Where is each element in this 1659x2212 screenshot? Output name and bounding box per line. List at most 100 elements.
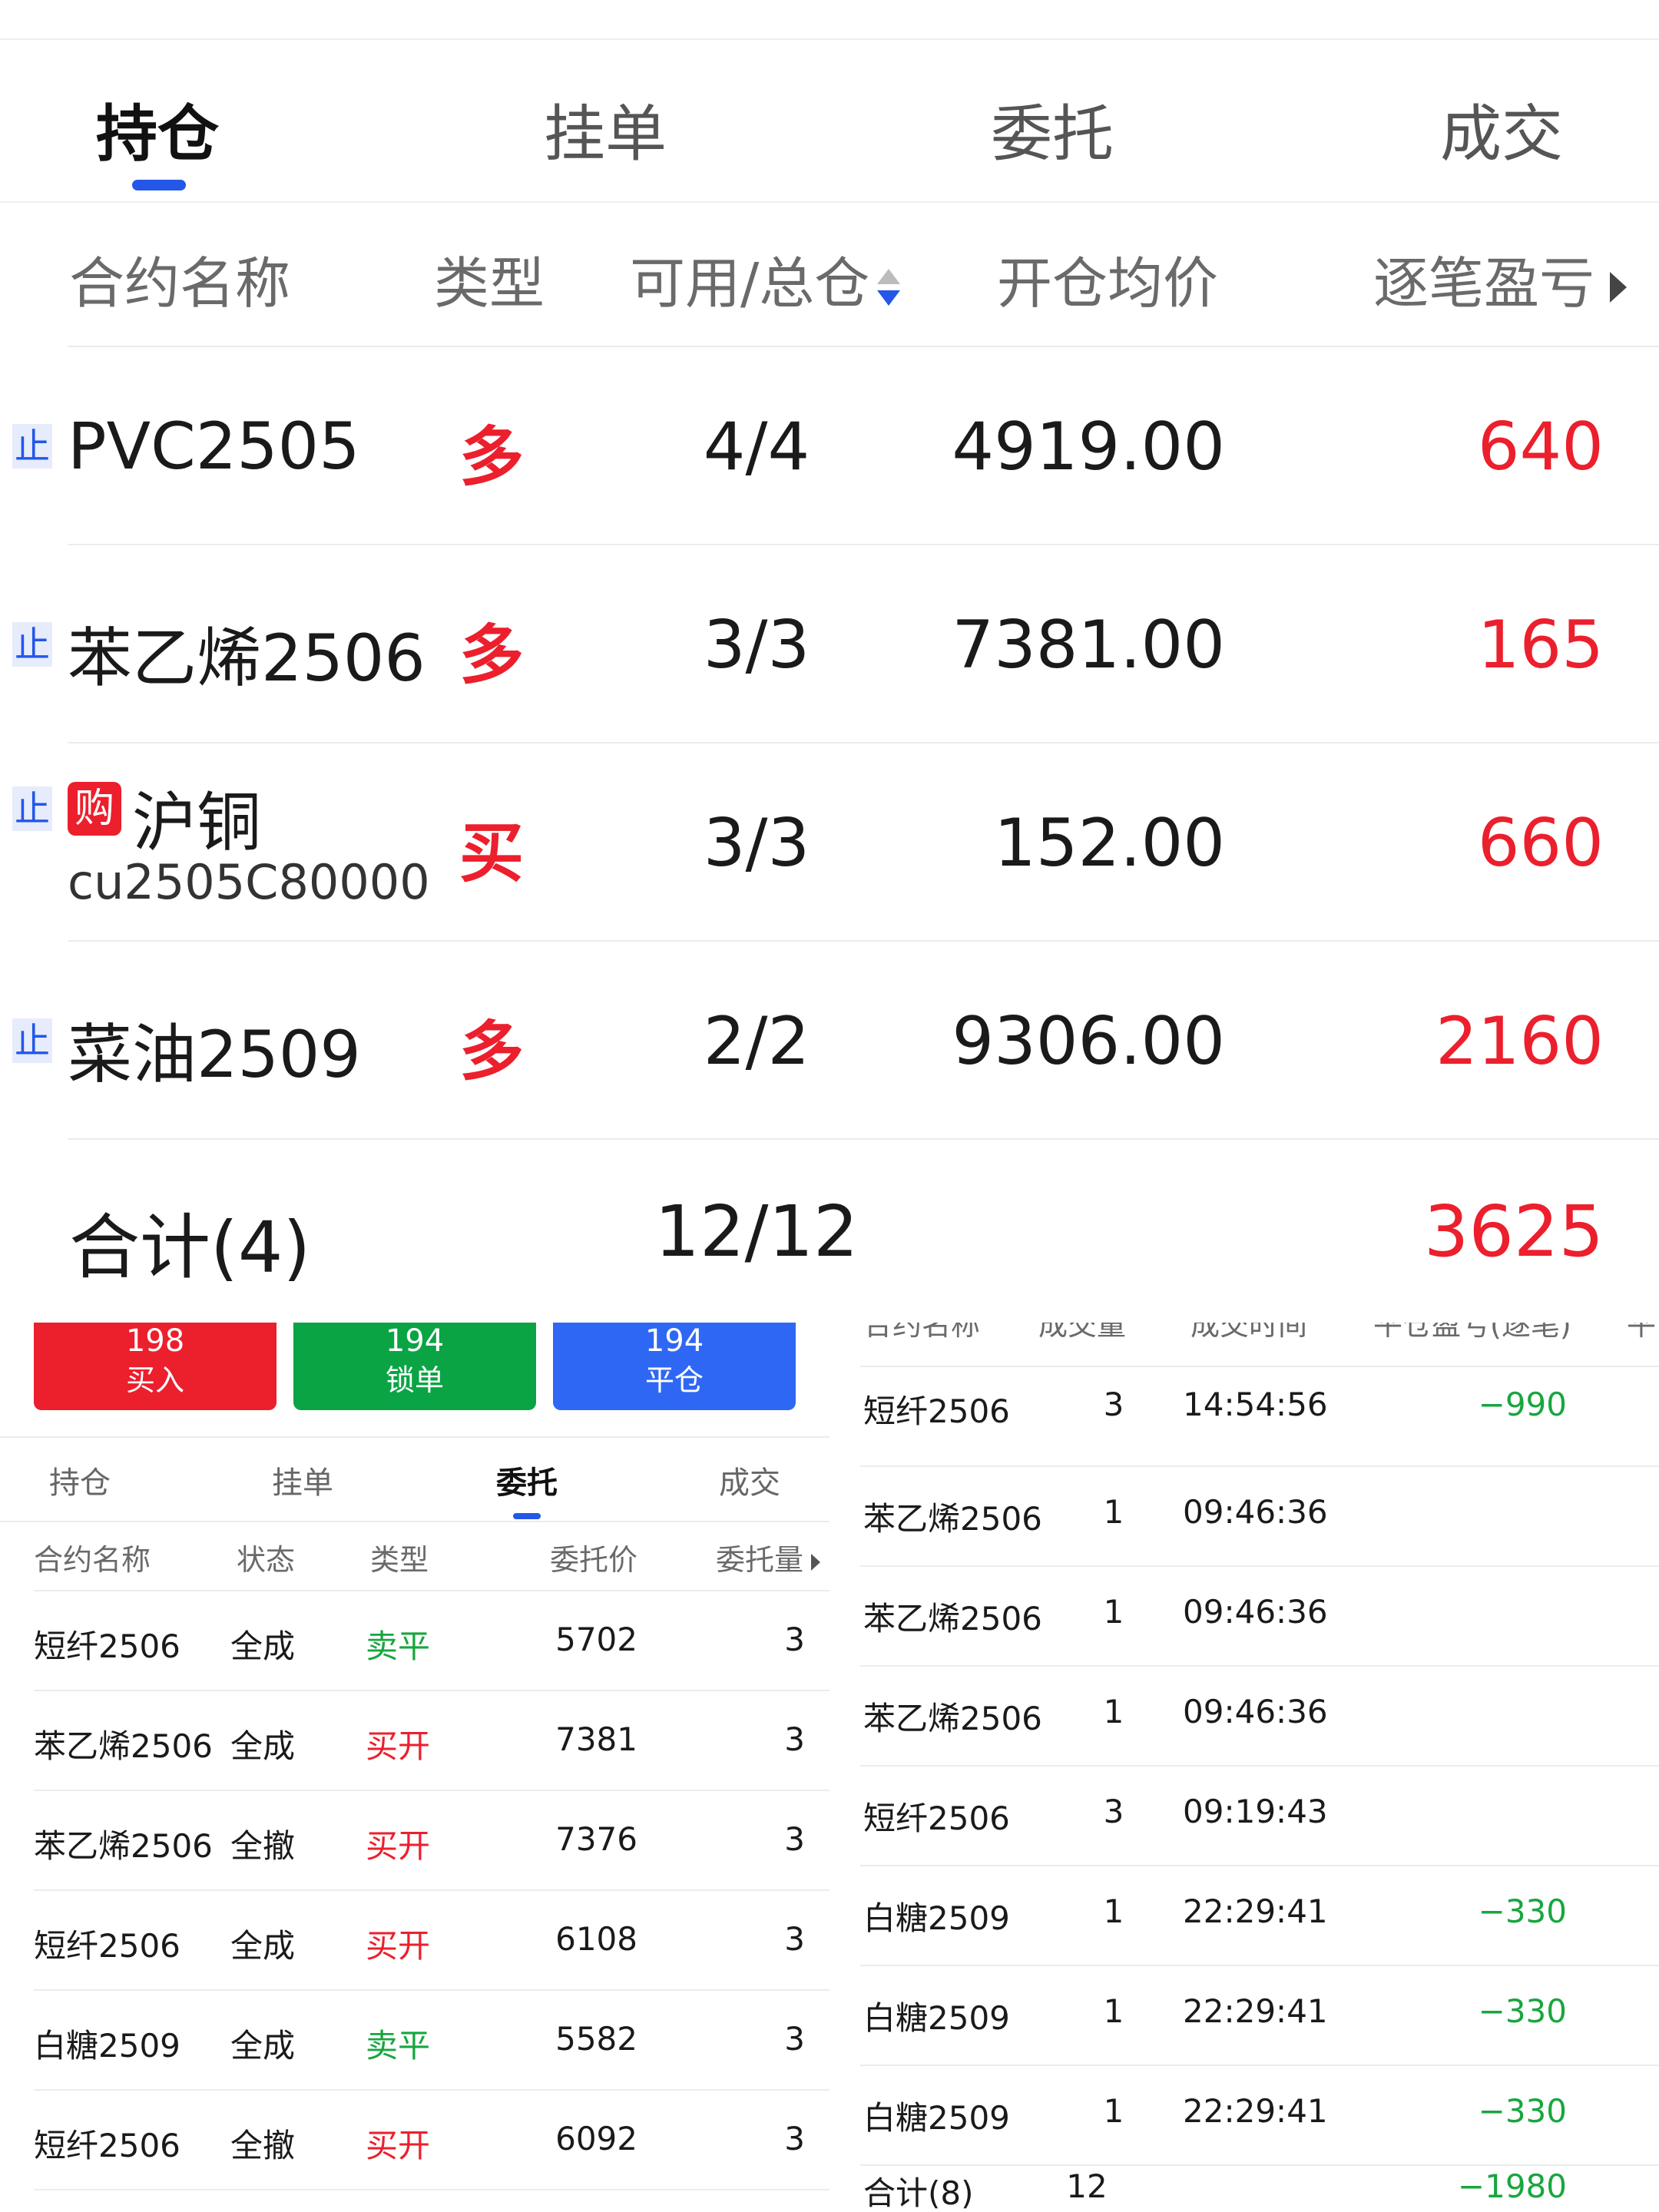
lock-button-label: 锁单 — [385, 1363, 444, 1397]
order-status: 全成 — [230, 2027, 296, 2065]
contract-name: 短纤2506 — [863, 1800, 1010, 1837]
order-volume: 3 — [784, 1920, 805, 1958]
trade-row[interactable]: 白糖2509 1 22:29:41 −330 — [860, 1966, 1659, 2065]
trade-qty: 1 — [1103, 1493, 1124, 1531]
tab-orders[interactable]: 委托 — [937, 84, 1167, 170]
header-order-price: 委托价 — [550, 1543, 638, 1577]
trade-qty: 1 — [1103, 1992, 1124, 2030]
contract-name: 白糖2509 — [863, 1899, 1010, 1937]
trade-row[interactable]: 苯乙烯2506 1 09:46:36 — [860, 1467, 1659, 1565]
order-status: 全撤 — [230, 1827, 296, 1865]
trade-time: 22:29:41 — [1183, 1892, 1328, 1930]
buy-button[interactable]: 198 买入 — [34, 1323, 276, 1410]
lock-button[interactable]: 194 锁单 — [293, 1323, 536, 1410]
buy-button-count: 198 — [125, 1323, 185, 1359]
order-row[interactable]: 短纤2506 全撤 买开 6092 3 — [0, 2091, 830, 2189]
trades-panel: 合约名称 成交量 成交时间 平仓盈亏(逐笔) 平 短纤2506 3 14:54:… — [860, 1323, 1659, 2212]
close-button-label: 平仓 — [644, 1363, 704, 1397]
active-tab-indicator — [132, 180, 186, 190]
order-row[interactable]: 苯乙烯2506 全撤 买开 7376 3 — [0, 1791, 830, 1889]
more-columns-icon[interactable] — [811, 1553, 821, 1571]
order-status: 全成 — [230, 1628, 296, 1665]
buy-button-label: 买入 — [125, 1363, 184, 1397]
more-columns-icon[interactable] — [1610, 272, 1628, 303]
header-trade-time: 成交时间 — [1190, 1323, 1308, 1342]
order-price: 5582 — [555, 2020, 637, 2058]
divider — [0, 1436, 830, 1438]
trade-row[interactable]: 苯乙烯2506 1 09:46:36 — [860, 1567, 1659, 1665]
close-pnl: −330 — [1478, 1992, 1567, 2030]
available-total: 3/3 — [703, 805, 810, 882]
tab-positions[interactable]: 持仓 — [42, 84, 273, 170]
option-buy-badge: 购 — [68, 782, 121, 836]
pnl-value: 2160 — [1435, 1003, 1604, 1080]
order-volume: 3 — [784, 2020, 805, 2058]
close-position-button[interactable]: 194 平仓 — [553, 1323, 796, 1410]
header-open-avg-price: 开仓均价 — [997, 251, 1219, 316]
order-row[interactable]: 白糖2509 全成 卖平 5582 3 — [0, 1991, 830, 2089]
contract-name: 菜油2509 — [68, 1017, 361, 1092]
tab-trades[interactable]: 成交 — [1386, 84, 1617, 170]
divider — [0, 201, 1659, 203]
position-row[interactable]: 止 购 沪铜 cu2505C80000 买 3/3 152.00 660 — [0, 743, 1659, 940]
contract-name: 苯乙烯2506 — [34, 1727, 213, 1765]
header-order-volume-label: 委托量 — [716, 1543, 804, 1577]
order-row[interactable]: 短纤2506 全成 买开 6108 3 — [0, 1891, 830, 1989]
order-price: 5702 — [555, 1621, 637, 1658]
order-type: 卖平 — [366, 2027, 431, 2065]
position-row[interactable]: 止 菜油2509 多 2/2 9306.00 2160 — [0, 942, 1659, 1138]
order-row[interactable]: 短纤2506 全成 卖平 5702 3 — [0, 1591, 830, 1690]
tab-pending[interactable]: 挂单 — [226, 1458, 379, 1504]
open-avg-price: 4919.00 — [952, 409, 1225, 485]
order-price: 7381 — [555, 1720, 637, 1758]
tab-pending[interactable]: 挂单 — [490, 84, 720, 170]
header-available-total[interactable]: 可用/总仓 — [630, 238, 901, 319]
header-order-volume[interactable]: 委托量 — [716, 1536, 821, 1578]
trade-row[interactable]: 白糖2509 1 22:29:41 −330 — [860, 1866, 1659, 1965]
trade-qty: 1 — [1103, 1593, 1124, 1631]
position-row[interactable]: 止 苯乙烯2506 多 3/3 7381.00 165 — [0, 545, 1659, 742]
order-price: 6092 — [555, 2120, 637, 2157]
header-pnl[interactable]: 逐笔盈亏 — [1373, 238, 1628, 319]
order-row[interactable]: 苯乙烯2506 全成 买开 7381 3 — [0, 1691, 830, 1790]
order-volume: 3 — [784, 1621, 805, 1658]
close-button-count: 194 — [644, 1323, 704, 1359]
header-contract-name: 合约名称 — [863, 1323, 981, 1342]
contract-name: PVC2505 — [68, 409, 360, 484]
tab-trades[interactable]: 成交 — [673, 1458, 826, 1504]
header-extra: 平 — [1627, 1323, 1657, 1342]
orders-panel: 198 买入 194 锁单 194 平仓 持仓 挂单 委托 成交 合约名称 状态… — [0, 1323, 830, 2212]
position-type: 多 — [459, 1014, 524, 1089]
trade-row[interactable]: 白糖2509 1 22:29:41 −330 — [860, 2066, 1659, 2164]
contract-name: 苯乙烯2506 — [863, 1700, 1042, 1737]
trade-time: 09:46:36 — [1183, 1693, 1328, 1730]
stop-order-badge: 止 — [12, 786, 52, 831]
trade-row[interactable]: 苯乙烯2506 1 09:46:36 — [860, 1667, 1659, 1765]
trade-qty: 3 — [1103, 1793, 1124, 1830]
order-price: 7376 — [555, 1820, 637, 1858]
order-volume: 3 — [784, 1820, 805, 1858]
tab-orders[interactable]: 委托 — [450, 1458, 604, 1504]
tab-positions[interactable]: 持仓 — [3, 1458, 157, 1504]
trades-total-qty: 12 — [1066, 2167, 1108, 2205]
header-status: 状态 — [237, 1543, 296, 1577]
order-type: 买开 — [366, 1927, 431, 1965]
trade-row[interactable]: 短纤2506 3 09:19:43 — [860, 1767, 1659, 1865]
trade-row[interactable]: 短纤2506 3 14:54:56 −990 — [860, 1367, 1659, 1465]
total-qty: 12/12 — [654, 1190, 859, 1273]
sort-icon[interactable] — [877, 264, 901, 310]
position-row[interactable]: 止 PVC2505 多 4/4 4919.00 640 — [0, 347, 1659, 544]
trade-time: 09:19:43 — [1183, 1793, 1328, 1830]
stop-order-badge: 止 — [12, 1018, 52, 1063]
contract-name: 白糖2509 — [34, 2027, 180, 2065]
order-type: 买开 — [366, 1727, 431, 1765]
order-type: 卖平 — [366, 1628, 431, 1665]
header-trade-qty: 成交量 — [1038, 1323, 1127, 1342]
trade-time: 22:29:41 — [1183, 1992, 1328, 2030]
divider — [860, 2164, 1659, 2166]
contract-name: 白糖2509 — [863, 2099, 1010, 2137]
trade-qty: 1 — [1103, 1892, 1124, 1930]
contract-name: 苯乙烯2506 — [34, 1827, 213, 1865]
available-total: 3/3 — [703, 607, 810, 684]
order-price: 6108 — [555, 1920, 637, 1958]
